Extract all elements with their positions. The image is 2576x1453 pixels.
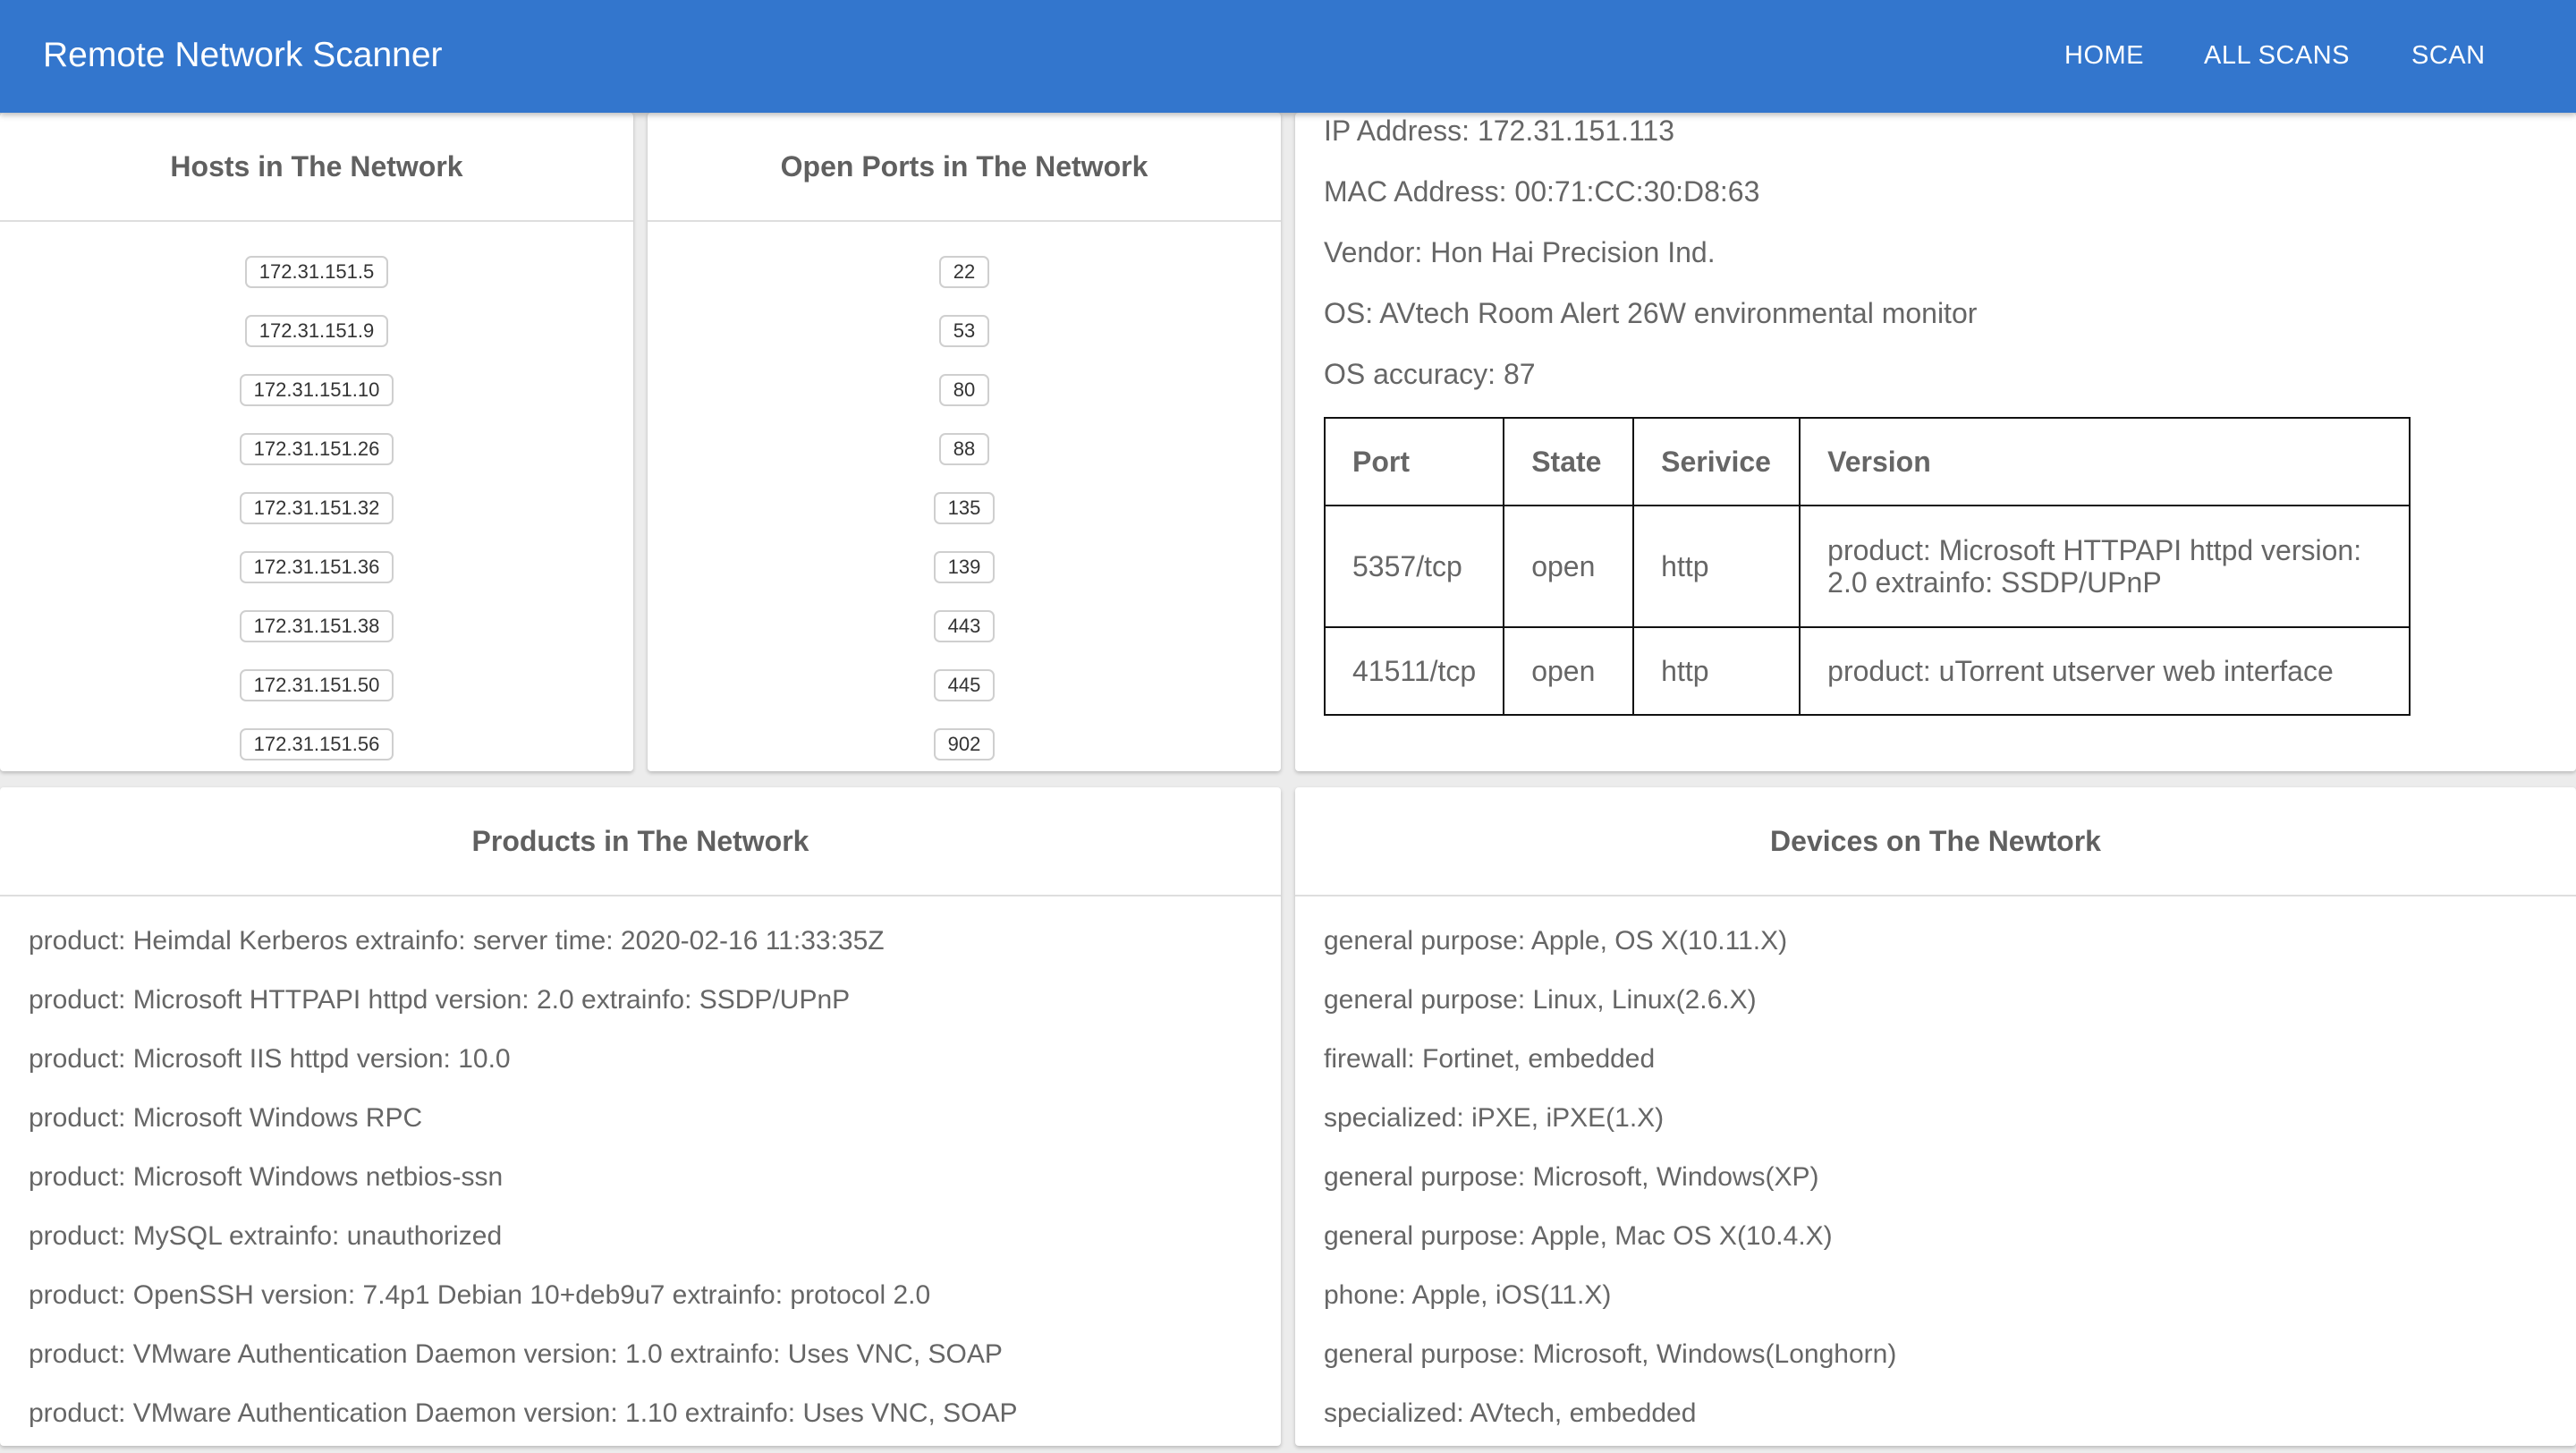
hosts-list: 172.31.151.5 172.31.151.9 172.31.151.10 … xyxy=(0,256,633,771)
column-header-state: State xyxy=(1503,417,1635,506)
port-chip[interactable]: 80 xyxy=(938,374,990,406)
cell-service: http xyxy=(1632,626,1801,716)
list-item: product: VMware Authentication Daemon ve… xyxy=(29,1339,1003,1369)
column-header-version: Version xyxy=(1799,417,2411,506)
cell-port: 5357/tcp xyxy=(1323,505,1505,628)
list-item: product: Heimdal Kerberos extrainfo: ser… xyxy=(29,926,885,956)
host-chip[interactable]: 172.31.151.38 xyxy=(239,610,394,642)
nav-all-scans-link[interactable]: ALL SCANS xyxy=(2204,39,2350,72)
table-row: 5357/tcp open http product: Microsoft HT… xyxy=(1323,505,2411,628)
port-chip[interactable]: 902 xyxy=(933,728,996,760)
list-item: product: MySQL extrainfo: unauthorized xyxy=(29,1221,503,1251)
nav-scan-link[interactable]: SCAN xyxy=(2411,39,2486,72)
port-chip[interactable]: 443 xyxy=(933,610,996,642)
host-chip[interactable]: 172.31.151.10 xyxy=(239,374,394,406)
products-card-title: Products in The Network xyxy=(0,787,1281,896)
port-chip[interactable]: 88 xyxy=(938,433,990,465)
products-card: Products in The Network product: Heimdal… xyxy=(0,787,1281,1446)
ip-address: IP Address: 172.31.151.113 xyxy=(1324,115,1675,147)
mac-address: MAC Address: 00:71:CC:30:D8:63 xyxy=(1324,175,1760,208)
hosts-card: Hosts in The Network 172.31.151.5 172.31… xyxy=(0,113,633,771)
host-chip[interactable]: 172.31.151.9 xyxy=(244,315,389,347)
list-item: firewall: Fortinet, embedded xyxy=(1324,1044,1656,1074)
table-header-row: Port State Serivice Version xyxy=(1323,417,2411,506)
ports-card-title: Open Ports in The Network xyxy=(648,113,1281,222)
host-chip[interactable]: 172.31.151.26 xyxy=(239,433,394,465)
os-accuracy: OS accuracy: 87 xyxy=(1324,358,1536,390)
port-chip[interactable]: 22 xyxy=(938,256,990,288)
host-chip[interactable]: 172.31.151.5 xyxy=(244,256,389,288)
devices-card: Devices on The Newtork general purpose: … xyxy=(1295,787,2576,1446)
list-item: product: Microsoft Windows RPC xyxy=(29,1103,423,1133)
column-header-port: Port xyxy=(1323,417,1505,506)
ports-list: 22 53 80 88 135 139 443 445 902 xyxy=(648,256,1281,771)
list-item: product: VMware Authentication Daemon ve… xyxy=(29,1398,1018,1428)
column-header-service: Serivice xyxy=(1632,417,1801,506)
app-bar: Remote Network Scanner HOME ALL SCANS SC… xyxy=(0,0,2576,113)
host-ports-table: Port State Serivice Version 5357/tcp ope… xyxy=(1323,417,2411,716)
app-title: Remote Network Scanner xyxy=(43,36,443,74)
list-item: general purpose: Apple, Mac OS X(10.4.X) xyxy=(1324,1221,1833,1251)
port-chip[interactable]: 135 xyxy=(933,492,996,524)
ports-card: Open Ports in The Network 22 53 80 88 13… xyxy=(648,113,1281,771)
devices-card-title: Devices on The Newtork xyxy=(1295,787,2576,896)
host-chip[interactable]: 172.31.151.50 xyxy=(239,669,394,701)
host-detail-card: IP Address: 172.31.151.113 MAC Address: … xyxy=(1295,113,2576,771)
cell-version: product: uTorrent utserver web interface xyxy=(1799,626,2411,716)
cell-port: 41511/tcp xyxy=(1323,626,1505,716)
host-chip[interactable]: 172.31.151.56 xyxy=(239,728,394,760)
list-item: general purpose: Apple, OS X(10.11.X) xyxy=(1324,926,1788,956)
cell-version: product: Microsoft HTTPAPI httpd version… xyxy=(1799,505,2411,628)
list-item: general purpose: Microsoft, Windows(XP) xyxy=(1324,1162,1819,1192)
list-item: product: Microsoft IIS httpd version: 10… xyxy=(29,1044,511,1074)
cell-state: open xyxy=(1503,626,1635,716)
host-chip[interactable]: 172.31.151.32 xyxy=(239,492,394,524)
list-item: product: Microsoft Windows netbios-ssn xyxy=(29,1162,504,1192)
list-item: general purpose: Linux, Linux(2.6.X) xyxy=(1324,985,1757,1015)
list-item: product: OpenSSH version: 7.4p1 Debian 1… xyxy=(29,1280,931,1310)
host-chip[interactable]: 172.31.151.36 xyxy=(239,551,394,583)
list-item: phone: Apple, iOS(11.X) xyxy=(1324,1280,1612,1310)
list-item: product: Microsoft HTTPAPI httpd version… xyxy=(29,985,851,1015)
vendor: Vendor: Hon Hai Precision Ind. xyxy=(1324,236,1716,268)
port-chip[interactable]: 139 xyxy=(933,551,996,583)
list-item: specialized: AVtech, embedded xyxy=(1324,1398,1697,1428)
table-row: 41511/tcp open http product: uTorrent ut… xyxy=(1323,626,2411,716)
cell-service: http xyxy=(1632,505,1801,628)
cell-state: open xyxy=(1503,505,1635,628)
hosts-card-title: Hosts in The Network xyxy=(0,113,633,222)
list-item: general purpose: Microsoft, Windows(Long… xyxy=(1324,1339,1897,1369)
list-item: specialized: iPXE, iPXE(1.X) xyxy=(1324,1103,1665,1133)
port-chip[interactable]: 445 xyxy=(933,669,996,701)
port-chip[interactable]: 53 xyxy=(938,315,990,347)
os-name: OS: AVtech Room Alert 26W environmental … xyxy=(1324,297,1978,329)
nav-home-link[interactable]: HOME xyxy=(2064,39,2144,72)
